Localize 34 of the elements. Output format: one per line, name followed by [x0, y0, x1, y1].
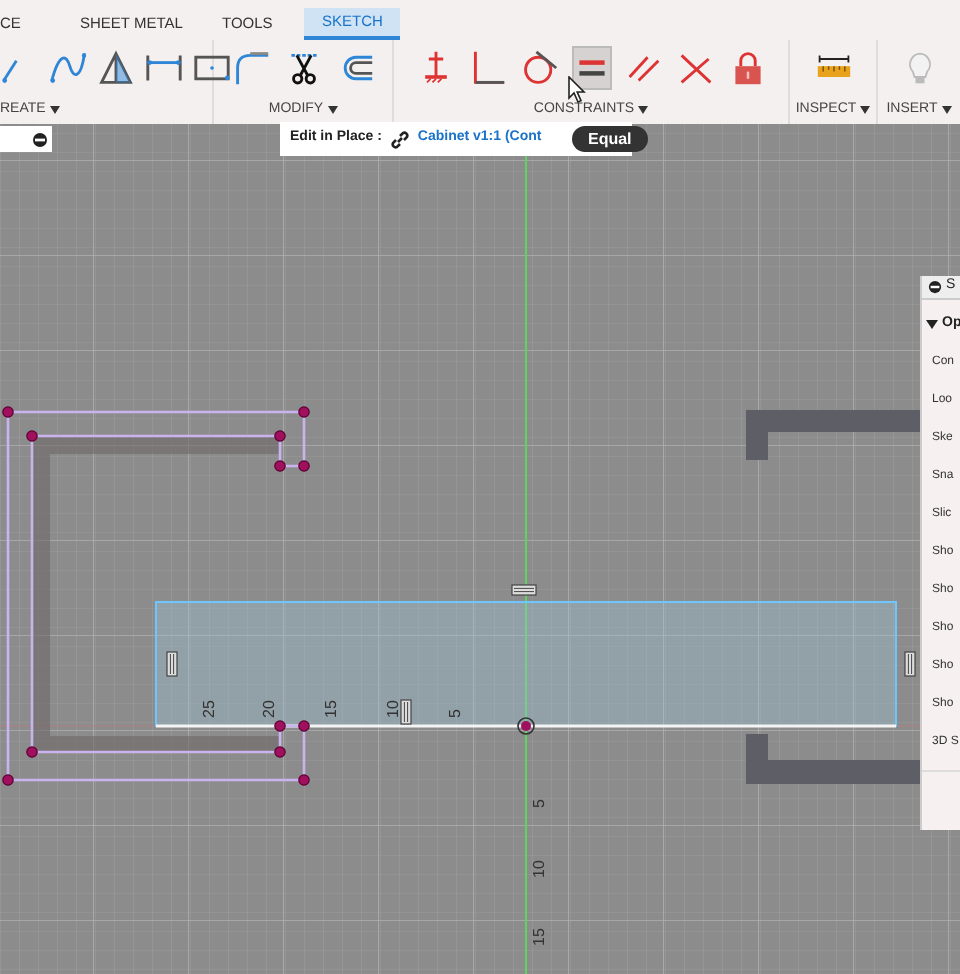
triangle-icon[interactable] [98, 50, 134, 86]
expand-icon[interactable] [926, 318, 938, 330]
perpendicular-icon[interactable] [469, 50, 505, 86]
ruler-label: 15 [322, 700, 340, 718]
lock-icon[interactable] [729, 50, 765, 86]
collapse-icon[interactable] [32, 131, 48, 147]
ruler-label: 25 [200, 700, 218, 718]
dimension-icon[interactable] [146, 50, 182, 86]
rectangle-icon[interactable] [194, 50, 230, 86]
constraint-icon[interactable] [511, 584, 537, 596]
ruler-label: 10 [530, 860, 548, 878]
ruler-label: 5 [530, 799, 548, 808]
caret-icon [941, 106, 952, 114]
ruler-label: 5 [446, 709, 464, 718]
constraint-icon[interactable] [904, 651, 916, 677]
ruler-label: 10 [384, 700, 402, 718]
tangent-icon[interactable] [521, 50, 557, 86]
caret-icon [49, 106, 60, 114]
scissors-icon[interactable] [285, 50, 321, 86]
caret-icon [638, 106, 649, 114]
origin-point [517, 717, 535, 735]
collapse-icon[interactable] [928, 280, 942, 294]
constraint-icon[interactable] [166, 651, 178, 677]
constraint-icon[interactable] [400, 699, 412, 725]
parallel-icon[interactable] [625, 50, 661, 86]
cursor-icon [568, 76, 586, 104]
fillet-icon[interactable] [233, 50, 269, 86]
link-icon [389, 129, 410, 149]
tooltip: Equal [572, 126, 648, 152]
ruler-label: 15 [530, 928, 548, 946]
spline-icon[interactable] [50, 50, 86, 86]
ruler-label: 20 [260, 700, 278, 718]
caret-icon [327, 106, 338, 114]
caret-icon [860, 106, 871, 114]
